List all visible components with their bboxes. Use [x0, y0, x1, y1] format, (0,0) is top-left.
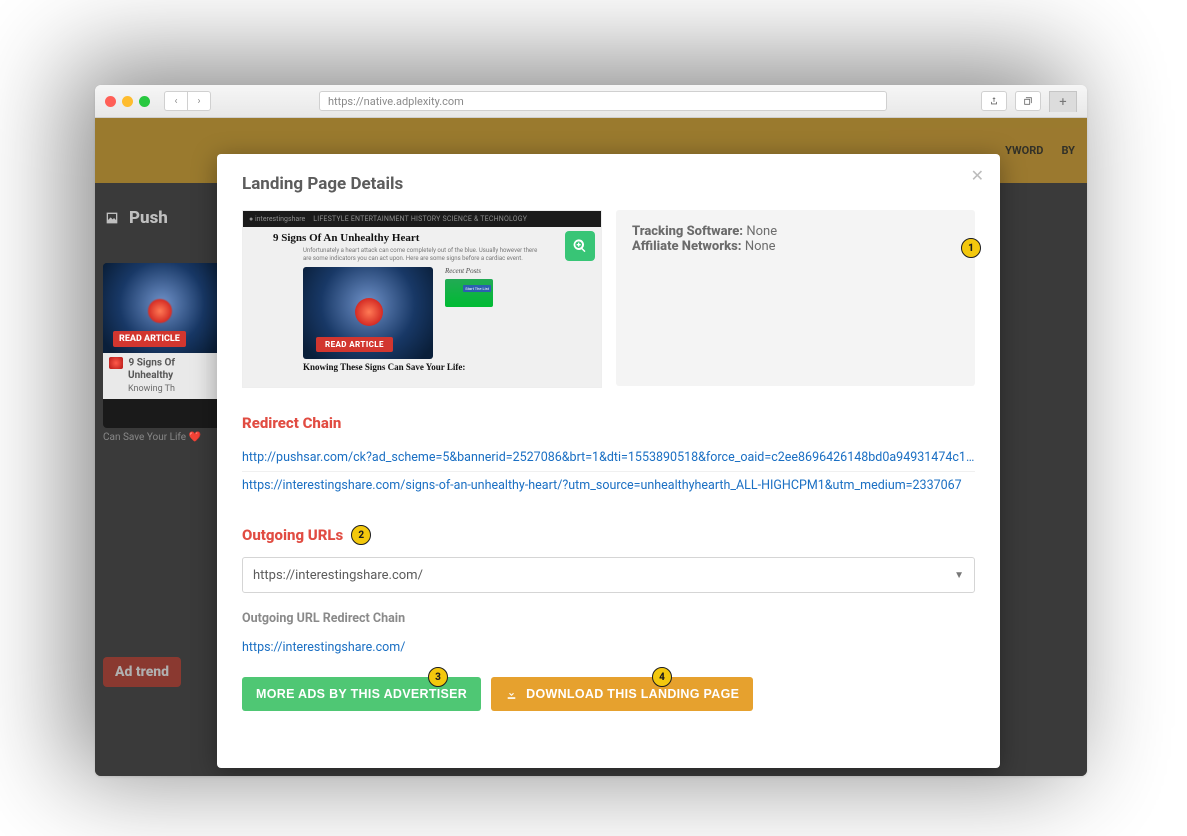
- browser-chrome: ‹ › https://native.adplexity.com +: [95, 85, 1087, 118]
- share-icon[interactable]: [981, 91, 1007, 111]
- download-icon: [505, 688, 518, 701]
- read-article-badge: READ ARTICLE: [113, 331, 186, 347]
- redirect-link[interactable]: http://pushsar.com/ck?ad_scheme=5&banner…: [242, 444, 975, 472]
- browser-window: ‹ › https://native.adplexity.com + YWORD…: [95, 85, 1087, 776]
- tabs-icon[interactable]: [1015, 91, 1041, 111]
- outgoing-url-select[interactable]: https://interestingshare.com/ ▼: [242, 557, 975, 593]
- magnify-icon: [572, 238, 588, 254]
- landing-page-details-modal: ✕ Landing Page Details ● interestingshar…: [217, 154, 1000, 768]
- outgoing-url-selected: https://interestingshare.com/: [253, 568, 423, 583]
- landing-page-preview: ● interestingshare LIFESTYLE ENTERTAINME…: [242, 210, 602, 388]
- redirect-link[interactable]: https://interestingshare.com/signs-of-an…: [242, 472, 975, 499]
- chevron-down-icon: ▼: [954, 570, 964, 581]
- preview-footer-text: Knowing These Signs Can Save Your Life:: [303, 362, 601, 372]
- download-landing-page-button[interactable]: DOWNLOAD THIS LANDING PAGE: [491, 677, 753, 711]
- zoom-button[interactable]: [565, 231, 595, 261]
- window-minimize-icon[interactable]: [122, 96, 133, 107]
- page-viewport: YWORD BY Push READ ARTICLE 9: [95, 118, 1087, 776]
- preview-title: 9 Signs Of An Unhealthy Heart: [273, 232, 601, 244]
- annotation-marker-4: 4: [652, 667, 672, 687]
- outgoing-chain-link[interactable]: https://interestingshare.com/: [242, 640, 405, 655]
- close-icon[interactable]: ✕: [971, 166, 984, 185]
- address-text: https://native.adplexity.com: [328, 95, 464, 108]
- preview-brand: ● interestingshare: [249, 215, 305, 223]
- window-close-icon[interactable]: [105, 96, 116, 107]
- preview-thumb: [445, 279, 493, 307]
- outgoing-urls-header: Outgoing URLs 2: [242, 525, 975, 545]
- preview-nav: LIFESTYLE ENTERTAINMENT HISTORY SCIENCE …: [313, 215, 527, 223]
- ad-card[interactable]: READ ARTICLE 9 Signs Of Unhealthy Knowin…: [103, 263, 221, 428]
- image-icon: [103, 210, 121, 226]
- nav-item[interactable]: BY: [1061, 144, 1075, 157]
- window-zoom-icon[interactable]: [139, 96, 150, 107]
- annotation-marker-2: 2: [351, 525, 371, 545]
- modal-title: Landing Page Details: [242, 174, 975, 194]
- redirect-chain-header: Redirect Chain: [242, 414, 975, 432]
- new-tab-button[interactable]: +: [1049, 91, 1077, 112]
- annotation-marker-1: 1: [961, 238, 981, 258]
- outgoing-redirect-chain-label: Outgoing URL Redirect Chain: [242, 611, 975, 626]
- preview-read-article: READ ARTICLE: [316, 337, 393, 352]
- back-button[interactable]: ‹: [164, 91, 187, 111]
- redirect-chain-list: http://pushsar.com/ck?ad_scheme=5&banner…: [242, 444, 975, 499]
- tracking-software-value: None: [746, 224, 777, 239]
- lp-info-box: Tracking Software: None Affiliate Networ…: [616, 210, 975, 386]
- preview-recent-posts-label: Recent Posts: [445, 267, 493, 275]
- annotation-marker-3: 3: [428, 667, 448, 687]
- forward-button[interactable]: ›: [187, 91, 211, 111]
- preview-paragraph: Unfortunately a heart attack can come co…: [303, 247, 541, 263]
- nav-item[interactable]: YWORD: [1005, 144, 1043, 157]
- affiliate-networks-value: None: [745, 239, 776, 254]
- ad-trend-button[interactable]: Ad trend: [103, 657, 181, 687]
- preview-hero-image: READ ARTICLE: [303, 267, 433, 359]
- affiliate-networks-label: Affiliate Networks:: [632, 239, 742, 254]
- address-bar[interactable]: https://native.adplexity.com: [319, 91, 887, 111]
- tracking-software-label: Tracking Software:: [632, 224, 743, 239]
